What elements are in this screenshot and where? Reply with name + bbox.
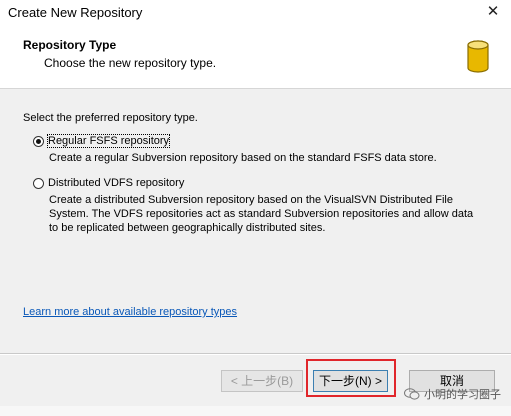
wechat-icon — [404, 388, 420, 400]
fsfs-description: Create a regular Subversion repository b… — [49, 152, 437, 164]
vdfs-description: Create a distributed Subversion reposito… — [49, 194, 474, 234]
title-bar: Create New Repository ✕ — [0, 0, 511, 26]
learn-more-link[interactable]: Learn more about available repository ty… — [23, 306, 237, 318]
vdfs-label[interactable]: Distributed VDFS repository — [48, 177, 184, 189]
option-vdfs[interactable]: Distributed VDFS repository — [33, 177, 184, 189]
wizard-header: Repository Type Choose the new repositor… — [0, 26, 511, 89]
option-fsfs[interactable]: Regular FSFS repository — [33, 134, 171, 148]
selection-prompt: Select the preferred repository type. — [23, 112, 198, 124]
watermark-text: 小明的学习圈子 — [424, 389, 501, 401]
fsfs-label[interactable]: Regular FSFS repository — [46, 134, 171, 148]
close-button[interactable]: ✕ — [483, 3, 503, 23]
page-subtitle: Choose the new repository type. — [44, 56, 217, 70]
vdfs-radio[interactable] — [33, 177, 44, 189]
next-button-highlight — [306, 359, 396, 397]
page-title: Repository Type — [23, 38, 117, 52]
footer-divider — [0, 353, 511, 355]
watermark: 小明的学习圈子 — [404, 386, 501, 402]
back-button[interactable]: < 上一步(B) — [221, 370, 303, 392]
window-title: Create New Repository — [8, 5, 143, 20]
bottom-strip — [0, 406, 511, 416]
fsfs-radio[interactable] — [33, 135, 44, 147]
database-icon — [467, 40, 489, 73]
